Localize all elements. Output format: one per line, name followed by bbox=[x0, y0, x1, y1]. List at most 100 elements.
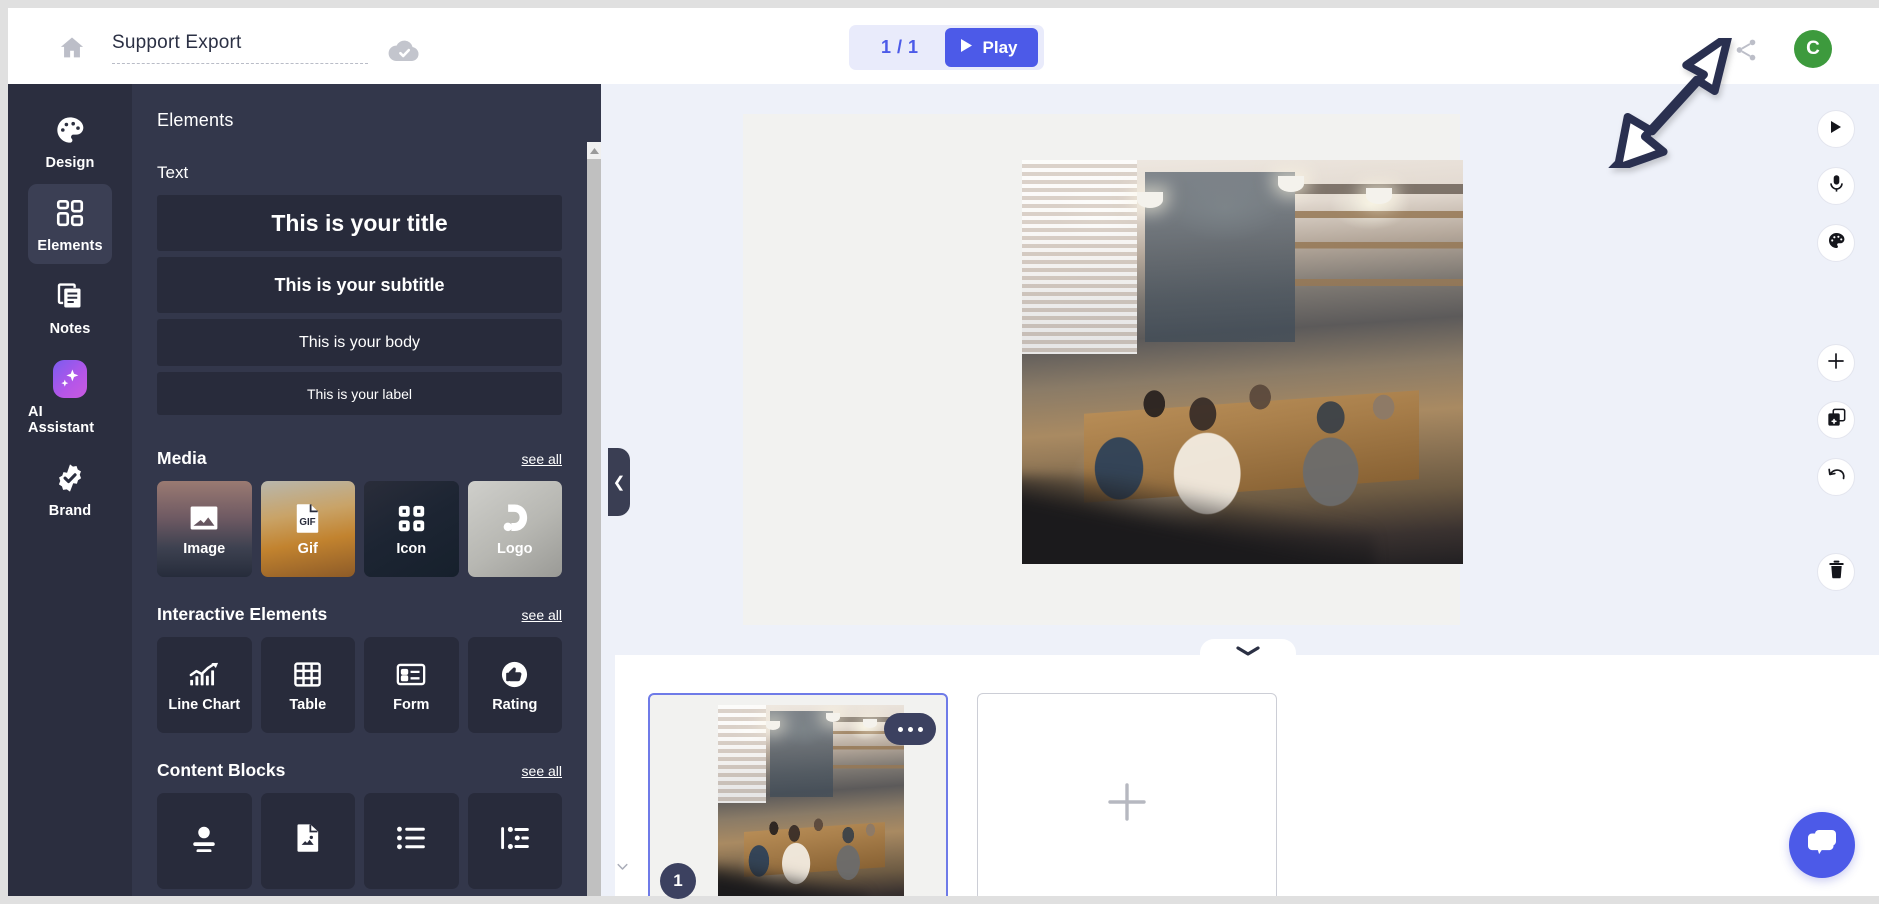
media-tile-logo[interactable]: Logo bbox=[467, 481, 562, 577]
slide-options-button[interactable] bbox=[884, 713, 936, 745]
strip-scroll-down-icon[interactable] bbox=[617, 859, 628, 874]
duplicate-slide-button[interactable] bbox=[1817, 401, 1855, 439]
right-toolbar bbox=[1817, 110, 1855, 610]
sidebar-item-ai-assistant[interactable]: AI Assistant bbox=[28, 350, 112, 446]
sidebar-item-design[interactable]: Design bbox=[28, 101, 112, 181]
grid-icon bbox=[53, 196, 87, 230]
cafe-meeting-photo bbox=[1022, 160, 1463, 564]
sidebar-item-elements[interactable]: Elements bbox=[28, 184, 112, 264]
avatar[interactable]: C bbox=[1794, 30, 1832, 68]
more-dots-icon bbox=[897, 726, 903, 732]
play-icon bbox=[1830, 120, 1842, 139]
play-icon bbox=[960, 38, 973, 58]
cloud-check-icon bbox=[386, 32, 422, 68]
avatar-block-icon bbox=[189, 821, 219, 855]
play-controls: 1 / 1 Play bbox=[849, 25, 1044, 70]
sidebar-item-label: Elements bbox=[37, 238, 103, 254]
canvas-area[interactable] bbox=[615, 84, 1879, 655]
media-tile-image[interactable]: Image bbox=[157, 481, 252, 577]
duplicate-icon bbox=[1827, 408, 1846, 432]
text-preset-label[interactable]: This is your label bbox=[157, 372, 562, 415]
document-image-icon bbox=[295, 821, 321, 855]
interactive-tile-line-chart[interactable]: Line Chart bbox=[157, 637, 252, 733]
undo-icon bbox=[1827, 466, 1846, 489]
sidebar-item-notes[interactable]: Notes bbox=[28, 267, 112, 347]
svg-text:GIF: GIF bbox=[300, 516, 316, 527]
slide-thumbnail-1[interactable]: 1 bbox=[648, 693, 948, 904]
document-title-field[interactable]: Support Export bbox=[112, 32, 368, 64]
palette-icon bbox=[53, 113, 87, 147]
tile-label: Line Chart bbox=[168, 697, 241, 713]
strip-collapse-toggle[interactable] bbox=[1200, 639, 1296, 669]
add-slide-card[interactable] bbox=[977, 693, 1277, 904]
chat-bubbles-icon bbox=[1806, 828, 1838, 863]
play-button[interactable]: Play bbox=[944, 28, 1038, 67]
plus-icon bbox=[1827, 352, 1845, 375]
document-title-text[interactable]: Support Export bbox=[112, 32, 368, 64]
section-title: Media bbox=[157, 448, 207, 468]
panel-collapse-toggle[interactable]: ❮ bbox=[608, 448, 630, 516]
table-icon bbox=[293, 657, 322, 691]
rating-icon bbox=[500, 657, 529, 691]
delete-slide-button[interactable] bbox=[1817, 553, 1855, 591]
slide-strip: 1 bbox=[615, 639, 1879, 904]
add-slide-button[interactable] bbox=[1817, 344, 1855, 382]
share-icon[interactable] bbox=[1728, 32, 1764, 68]
see-all-media-link[interactable]: see all bbox=[522, 451, 562, 467]
chevron-down-icon bbox=[1235, 644, 1261, 662]
play-slide-button[interactable] bbox=[1817, 110, 1855, 148]
text-preset-title[interactable]: This is your title bbox=[157, 195, 562, 251]
chevron-left-icon: ❮ bbox=[612, 474, 626, 491]
content-blocks-tile-row bbox=[157, 793, 562, 889]
interactive-tile-rating[interactable]: Rating bbox=[467, 637, 562, 733]
icon-grid-icon bbox=[397, 501, 426, 535]
app-root: Support Export 1 / 1 Play C Design Eleme… bbox=[0, 0, 1879, 904]
record-audio-button[interactable] bbox=[1817, 167, 1855, 205]
section-title: Interactive Elements bbox=[157, 604, 328, 624]
undo-button[interactable] bbox=[1817, 458, 1855, 496]
tile-label: Icon bbox=[396, 541, 427, 557]
sidebar-item-label: Brand bbox=[48, 503, 92, 519]
background-color-button[interactable] bbox=[1817, 224, 1855, 262]
play-button-label: Play bbox=[982, 37, 1018, 57]
window-edge-bottom bbox=[0, 896, 1879, 904]
scrollbar-thumb[interactable] bbox=[587, 159, 601, 542]
interactive-tile-table[interactable]: Table bbox=[260, 637, 355, 733]
more-dots-icon bbox=[907, 726, 913, 732]
slide-canvas[interactable] bbox=[743, 114, 1463, 625]
panel-scrollbar[interactable] bbox=[587, 142, 601, 896]
slide-thumbnail-image bbox=[718, 705, 904, 904]
see-all-content-blocks-link[interactable]: see all bbox=[522, 763, 562, 779]
line-chart-icon bbox=[189, 657, 220, 691]
section-header-interactive: Interactive Elements see all bbox=[157, 604, 562, 625]
home-icon[interactable] bbox=[54, 30, 90, 66]
sidebar-item-label: Design bbox=[45, 155, 95, 171]
sidebar-item-brand[interactable]: Brand bbox=[28, 449, 112, 529]
microphone-icon bbox=[1828, 174, 1845, 198]
tile-label: Rating bbox=[492, 697, 538, 713]
media-tile-gif[interactable]: GIF Gif bbox=[260, 481, 355, 577]
content-block-tile-settings-list[interactable] bbox=[467, 793, 562, 889]
trash-icon bbox=[1828, 560, 1845, 584]
text-preset-body[interactable]: This is your body bbox=[157, 319, 562, 366]
bullet-list-icon bbox=[396, 821, 426, 855]
content-block-tile-bullet-list[interactable] bbox=[364, 793, 459, 889]
slide-image[interactable] bbox=[1022, 160, 1463, 564]
text-preset-subtitle[interactable]: This is your subtitle bbox=[157, 257, 562, 313]
gif-icon: GIF bbox=[294, 501, 321, 535]
interactive-tile-form[interactable]: Form bbox=[364, 637, 459, 733]
media-tile-icon[interactable]: Icon bbox=[364, 481, 459, 577]
left-rail: Design Elements Notes AI Assistant Brand bbox=[8, 84, 132, 896]
caret-up-icon[interactable] bbox=[587, 142, 601, 159]
content-block-tile-avatar[interactable] bbox=[157, 793, 252, 889]
section-title: Content Blocks bbox=[157, 760, 286, 780]
sidebar-item-label: AI Assistant bbox=[28, 404, 95, 436]
section-header-content-blocks: Content Blocks see all bbox=[157, 760, 562, 781]
scrollbar-track[interactable] bbox=[587, 542, 601, 896]
media-tile-row: Image GIF Gif Icon Logo bbox=[157, 481, 562, 577]
logo-icon bbox=[501, 501, 529, 535]
page-counter: 1 / 1 bbox=[881, 37, 919, 57]
content-block-tile-document[interactable] bbox=[260, 793, 355, 889]
chat-fab-button[interactable] bbox=[1789, 812, 1855, 878]
see-all-interactive-link[interactable]: see all bbox=[522, 607, 562, 623]
